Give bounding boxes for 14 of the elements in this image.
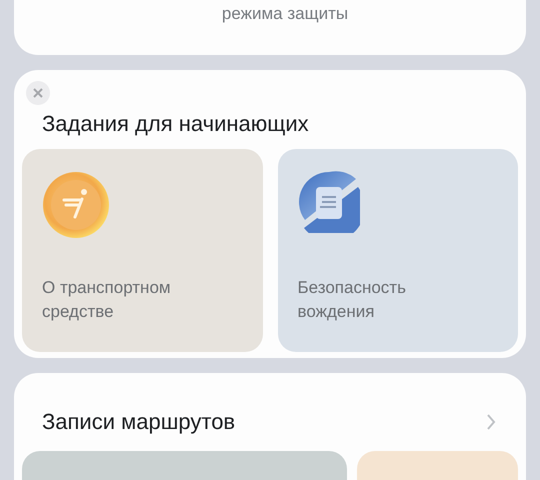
task-tile[interactable]: О транспортном средстве — [22, 149, 262, 352]
tile-caption: режима защиты — [222, 4, 348, 25]
document-shield-icon — [298, 171, 360, 233]
section-title: Задания для начинающих — [42, 111, 310, 137]
chevron-right-icon[interactable] — [486, 413, 496, 431]
tile-label: Безопасность вождения — [298, 277, 407, 323]
route-tile[interactable] — [357, 451, 518, 480]
close-icon — [33, 88, 43, 98]
tile-label: О транспортном средстве — [42, 277, 172, 323]
section-title: Записи маршрутов — [42, 409, 236, 435]
close-button[interactable] — [26, 81, 50, 105]
scooter-coin-icon — [42, 171, 110, 239]
route-tile[interactable] — [22, 451, 347, 480]
task-tile[interactable]: Безопасность вождения — [278, 149, 518, 352]
